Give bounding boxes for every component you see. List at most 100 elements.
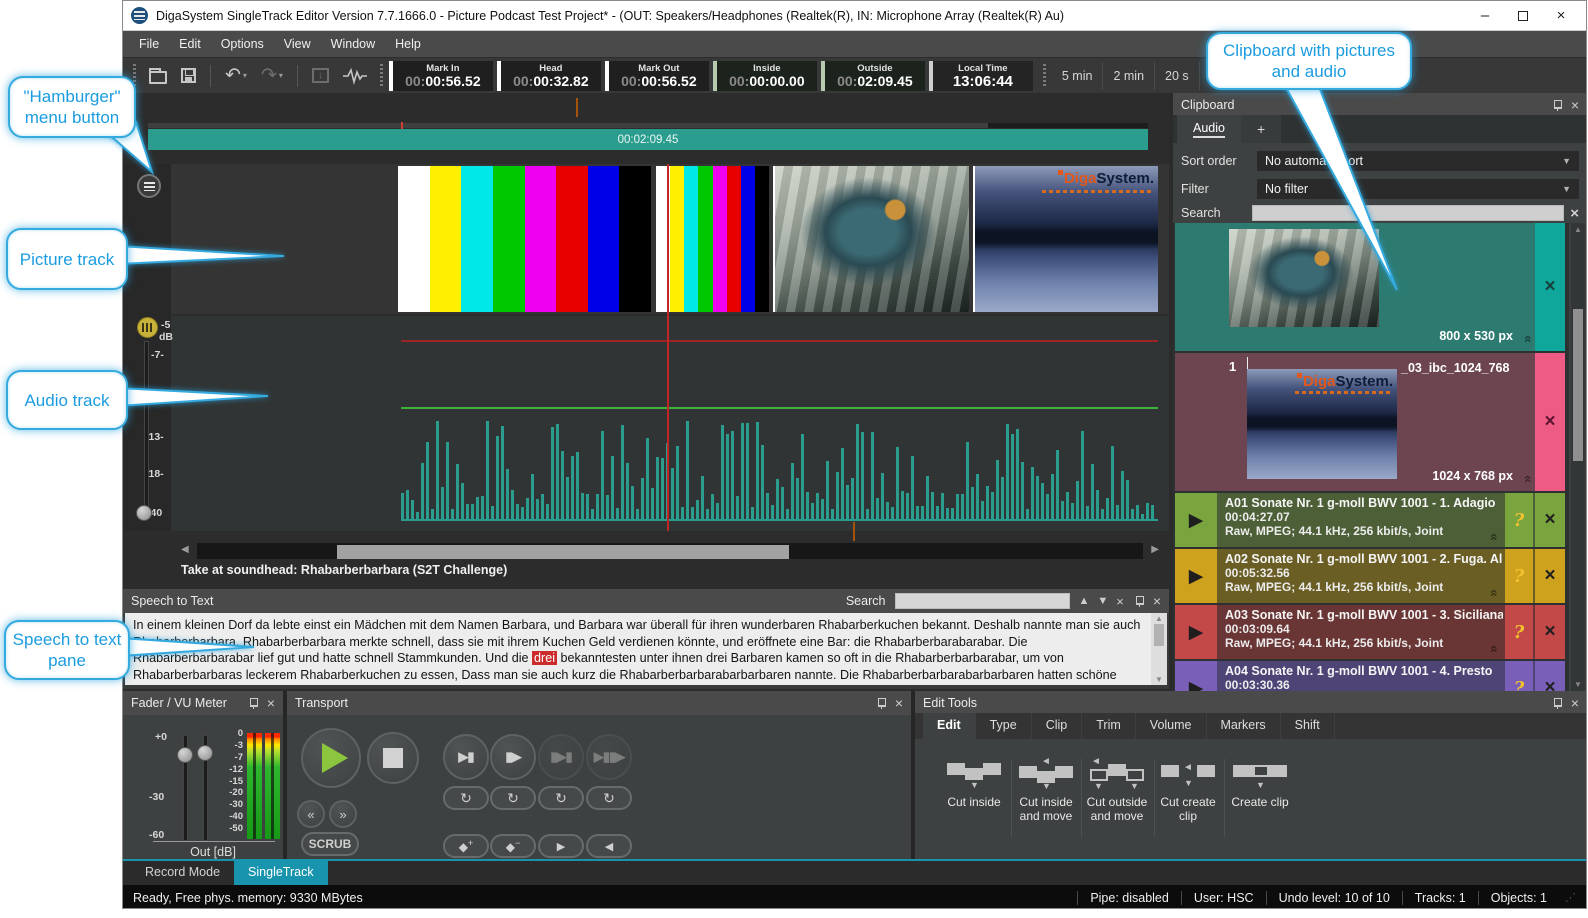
- menu-item-help[interactable]: Help: [385, 32, 431, 56]
- play-item-button[interactable]: ▶: [1175, 549, 1217, 603]
- stop-button[interactable]: [367, 732, 419, 784]
- play-item-button[interactable]: ▶: [1175, 605, 1217, 659]
- edit-tools-tab-type[interactable]: Type: [976, 713, 1032, 739]
- save-project-button[interactable]: [181, 68, 196, 83]
- overview-bar[interactable]: 00:02:09.45: [148, 129, 1148, 150]
- open-project-button[interactable]: [149, 68, 167, 84]
- speech-scrollbar[interactable]: ▲▼: [1151, 613, 1167, 685]
- close-pane-icon[interactable]: ×: [1153, 593, 1161, 609]
- hamburger-menu-button[interactable]: [137, 174, 161, 198]
- tool-cut-inside-move[interactable]: ◄▼ Cut inside and move: [1014, 757, 1078, 823]
- clipboard-add-tab[interactable]: +: [1241, 115, 1281, 143]
- clipboard-picture-item[interactable]: 800 x 530 px « ×: [1175, 223, 1565, 351]
- loop-button-3[interactable]: ↻: [538, 786, 584, 810]
- speech-search-input[interactable]: [895, 593, 1070, 609]
- collapse-chevron-icon[interactable]: «: [1487, 645, 1503, 653]
- clipboard-audio-item[interactable]: ▶A02 Sonate Nr. 1 g-moll BWV 1001 - 2. F…: [1175, 549, 1565, 603]
- playhead[interactable]: [667, 164, 669, 531]
- next-marker-button[interactable]: ▶: [538, 834, 584, 858]
- menu-item-view[interactable]: View: [274, 32, 321, 56]
- timecode-local-time[interactable]: Local Time13:06:44: [929, 61, 1033, 91]
- pin-icon[interactable]: [1552, 697, 1563, 709]
- out-fader-knob-left[interactable]: [177, 747, 193, 763]
- gain-fader-track[interactable]: [144, 341, 149, 517]
- colorbar-image-1[interactable]: [398, 166, 651, 312]
- undo-button[interactable]: ↶▾: [225, 66, 247, 85]
- remove-marker-button[interactable]: ◆−: [490, 834, 536, 858]
- add-marker-button[interactable]: ◆+: [443, 834, 489, 858]
- scroll-left-icon[interactable]: ◀: [181, 544, 189, 555]
- speech-text[interactable]: In einem kleinen Dorf da lebte einst ein…: [125, 613, 1167, 685]
- menu-item-options[interactable]: Options: [211, 32, 274, 56]
- import-button[interactable]: ↓: [312, 68, 329, 83]
- menu-item-file[interactable]: File: [129, 32, 169, 56]
- loop-button-4[interactable]: ↻: [586, 786, 632, 810]
- clipboard-tab-audio[interactable]: Audio: [1177, 115, 1241, 143]
- tool-cut-outside-move[interactable]: ◄▼▼ Cut outside and move: [1085, 757, 1149, 823]
- close-pane-icon[interactable]: ×: [1571, 695, 1579, 711]
- out-fader-knob-right[interactable]: [197, 745, 213, 761]
- digasystem-thumbnail[interactable]: DigaSystem.: [1247, 369, 1397, 479]
- clear-search-icon[interactable]: ×: [1570, 205, 1579, 222]
- filter-select[interactable]: No filter▼: [1257, 179, 1579, 199]
- pin-icon[interactable]: [876, 697, 887, 709]
- play-around-button[interactable]: ▶▮▮▶: [586, 734, 632, 780]
- tool-create-clip[interactable]: ▼ Create clip: [1228, 757, 1292, 809]
- item-title[interactable]: _03_ibc_1024_768: [1401, 361, 1509, 375]
- clipboard-audio-item[interactable]: ▶A04 Sonate Nr. 1 g-moll BWV 1001 - 4. P…: [1175, 661, 1565, 691]
- tool-cut-inside[interactable]: ▼ Cut inside: [942, 757, 1006, 809]
- menu-item-window[interactable]: Window: [321, 32, 385, 56]
- lizard-picture[interactable]: [773, 166, 969, 312]
- toolbar-grip[interactable]: [380, 64, 383, 88]
- tab-singletrack[interactable]: SingleTrack: [234, 861, 328, 885]
- minimize-button[interactable]: –: [1466, 2, 1504, 30]
- clipboard-picture-item[interactable]: 1 _03_ibc_1024_768 DigaSystem. 1024 x 76…: [1175, 353, 1565, 491]
- close-pane-icon[interactable]: ×: [267, 695, 275, 711]
- edit-tools-tab-edit[interactable]: Edit: [923, 713, 976, 739]
- tab-record-mode[interactable]: Record Mode: [131, 861, 234, 885]
- zoom-range-button-5min[interactable]: 5 min: [1052, 62, 1103, 90]
- skip-back-button[interactable]: «: [297, 800, 325, 828]
- play-button[interactable]: [301, 728, 361, 788]
- clipboard-search-input[interactable]: [1252, 205, 1564, 221]
- timecode-mark-out[interactable]: Mark Out00:00:56.52: [605, 61, 709, 91]
- scrub-button[interactable]: SCRUB: [301, 832, 359, 856]
- play-selection-button[interactable]: ▮▶▮: [538, 734, 584, 780]
- resize-grip-icon[interactable]: ⋰: [1565, 891, 1576, 904]
- sort-order-select[interactable]: No automatic sort▼: [1257, 151, 1579, 171]
- search-clear-icon[interactable]: ×: [1116, 594, 1124, 609]
- remove-item-button[interactable]: ×: [1535, 661, 1565, 691]
- scrollbar-thumb[interactable]: [337, 545, 789, 559]
- zoom-range-button-20s[interactable]: 20 s: [1154, 62, 1199, 90]
- zoom-range-button-2min[interactable]: 2 min: [1102, 62, 1154, 90]
- remove-item-button[interactable]: ×: [1535, 605, 1565, 659]
- collapse-chevron-icon[interactable]: «: [1487, 533, 1503, 541]
- audio-waveform[interactable]: [401, 331, 1158, 521]
- toolbar-grip[interactable]: [1043, 64, 1046, 88]
- audio-processor-button[interactable]: [343, 67, 367, 85]
- prelisten-button[interactable]: ?: [1505, 605, 1533, 659]
- menu-item-edit[interactable]: Edit: [169, 32, 211, 56]
- timecode-mark-in[interactable]: Mark In00:00:56.52: [389, 61, 493, 91]
- clipboard-audio-item[interactable]: ▶A03 Sonate Nr. 1 g-moll BWV 1001 - 3. S…: [1175, 605, 1565, 659]
- position-marker-icon[interactable]: [576, 99, 578, 117]
- gain-fader-knob[interactable]: [136, 505, 152, 521]
- close-pane-icon[interactable]: ×: [1571, 97, 1579, 113]
- pin-icon[interactable]: [1552, 99, 1563, 111]
- scroll-right-icon[interactable]: ▶: [1151, 544, 1159, 555]
- audio-track-icon[interactable]: [137, 317, 158, 338]
- pin-icon[interactable]: [1134, 595, 1145, 607]
- skip-forward-button[interactable]: »: [329, 800, 357, 828]
- tool-cut-create-clip[interactable]: ◄▼ Cut create clip: [1156, 757, 1220, 823]
- prelisten-button[interactable]: ?: [1505, 549, 1533, 603]
- edit-tools-tab-clip[interactable]: Clip: [1032, 713, 1083, 739]
- clipboard-audio-item[interactable]: ▶A01 Sonate Nr. 1 g-moll BWV 1001 - 1. A…: [1175, 493, 1565, 547]
- search-prev-icon[interactable]: ▲: [1078, 595, 1089, 607]
- remove-item-button[interactable]: ×: [1535, 223, 1565, 351]
- edit-tools-tab-markers[interactable]: Markers: [1207, 713, 1281, 739]
- remove-item-button[interactable]: ×: [1535, 549, 1565, 603]
- lizard-thumbnail[interactable]: [1229, 229, 1379, 327]
- clipboard-scrollbar[interactable]: ▲▼: [1571, 223, 1585, 691]
- play-from-mark-button[interactable]: ▮▶: [490, 734, 536, 780]
- loop-button-1[interactable]: ↻: [443, 786, 489, 810]
